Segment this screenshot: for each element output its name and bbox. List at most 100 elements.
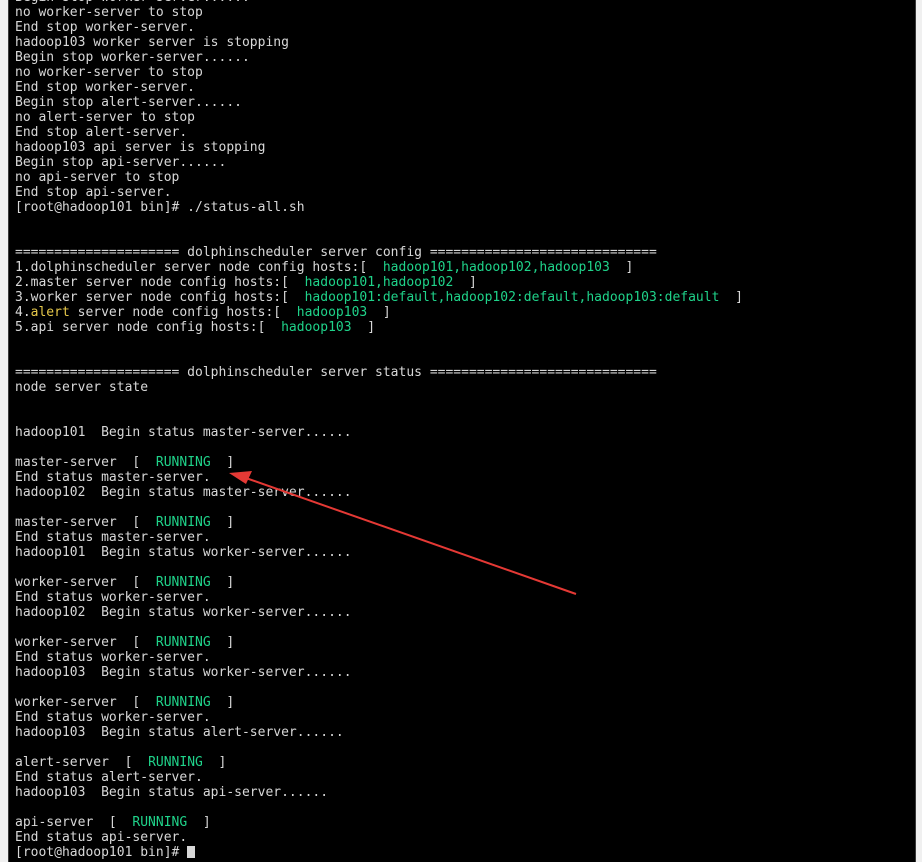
line-text: ] <box>210 695 235 710</box>
terminal-line: 4.alert server node config hosts:[ hadoo… <box>15 305 743 320</box>
line-text: ] <box>210 575 235 590</box>
line-text: master-server [ <box>15 455 156 470</box>
terminal-line: master-server [ RUNNING ] <box>15 455 743 470</box>
terminal-window[interactable]: Begin stop worker-server......no worker-… <box>8 0 916 862</box>
terminal-line: End status worker-server. <box>15 650 743 665</box>
highlighted-text: RUNNING <box>155 575 211 590</box>
line-text: server node config hosts:[ <box>69 305 297 320</box>
terminal-line: hadoop102 Begin status master-server....… <box>15 485 743 500</box>
line-text: ===================== dolphinscheduler s… <box>15 365 657 380</box>
terminal-line: 3.worker server node config hosts:[ hado… <box>15 290 743 305</box>
terminal-line: [root@hadoop101 bin]# <box>15 845 743 860</box>
line-text: ] <box>202 755 227 770</box>
terminal-line: 1.dolphinscheduler server node config ho… <box>15 260 743 275</box>
line-text: hadoop103 worker server is stopping <box>15 35 289 50</box>
highlighted-text: hadoop103 <box>296 305 368 320</box>
line-text: hadoop102 Begin status worker-server....… <box>15 605 352 620</box>
line-text: End stop api-server. <box>15 185 172 200</box>
keyword-text: alert <box>30 305 70 320</box>
terminal-line: no worker-server to stop <box>15 65 743 80</box>
line-text: 1.dolphinscheduler server node config ho… <box>15 260 383 275</box>
terminal-line: api-server [ RUNNING ] <box>15 815 743 830</box>
line-text: End status master-server. <box>15 470 211 485</box>
terminal-line: End stop alert-server. <box>15 125 743 140</box>
highlighted-text: hadoop101,hadoop102,hadoop103 <box>382 260 610 275</box>
terminal-line: [root@hadoop101 bin]# ./status-all.sh <box>15 200 743 215</box>
line-text: no worker-server to stop <box>15 65 203 80</box>
terminal-line: hadoop101 Begin status worker-server....… <box>15 545 743 560</box>
highlighted-text: RUNNING <box>155 515 211 530</box>
terminal-line: hadoop101 Begin status master-server....… <box>15 425 743 440</box>
line-text: ] <box>453 275 477 290</box>
line-text: End status worker-server. <box>15 710 211 725</box>
line-text: [root@hadoop101 bin]# ./status-all.sh <box>15 200 305 215</box>
line-text: End stop worker-server. <box>15 80 196 95</box>
line-text: hadoop101 Begin status worker-server....… <box>15 545 352 560</box>
line-text: hadoop103 Begin status alert-server.....… <box>15 725 344 740</box>
line-text: worker-server [ <box>15 635 156 650</box>
line-text: no worker-server to stop <box>15 5 203 20</box>
terminal-line: End status api-server. <box>15 830 743 845</box>
terminal-line: alert-server [ RUNNING ] <box>15 755 743 770</box>
terminal-line: ===================== dolphinscheduler s… <box>15 365 743 380</box>
highlighted-text: RUNNING <box>155 455 211 470</box>
line-text: ] <box>187 815 211 830</box>
line-text: hadoop101 Begin status master-server....… <box>15 425 352 440</box>
terminal-line: hadoop103 Begin status alert-server.....… <box>15 725 743 740</box>
terminal-line: worker-server [ RUNNING ] <box>15 635 743 650</box>
line-text: hadoop103 Begin status worker-server....… <box>15 665 352 680</box>
terminal-line: 5.api server node config hosts:[ hadoop1… <box>15 320 743 335</box>
line-text: worker-server [ <box>15 575 156 590</box>
line-text: End status api-server. <box>15 830 188 845</box>
terminal-line: master-server [ RUNNING ] <box>15 515 743 530</box>
highlighted-text: RUNNING <box>155 695 211 710</box>
line-text: node server state <box>15 380 149 395</box>
line-text: 5.api server node config hosts:[ <box>15 320 282 335</box>
terminal-line: End status alert-server. <box>15 770 743 785</box>
terminal-line: hadoop103 api server is stopping <box>15 140 743 155</box>
terminal-cursor <box>187 846 196 858</box>
terminal-line: Begin stop api-server...... <box>15 155 743 170</box>
line-text: 3.worker server node config hosts:[ <box>15 290 305 305</box>
line-text: End stop alert-server. <box>15 125 188 140</box>
terminal-line: hadoop102 Begin status worker-server....… <box>15 605 743 620</box>
line-text: Begin stop api-server...... <box>15 155 227 170</box>
terminal-output: Begin stop worker-server......no worker-… <box>15 0 743 860</box>
line-text: ] <box>609 260 634 275</box>
terminal-line: Begin stop worker-server...... <box>15 50 743 65</box>
terminal-line: hadoop103 Begin status api-server...... <box>15 785 743 800</box>
terminal-line: worker-server [ RUNNING ] <box>15 695 743 710</box>
highlighted-text: hadoop101:default,hadoop102:default,hado… <box>304 290 720 305</box>
terminal-line: hadoop103 Begin status worker-server....… <box>15 665 743 680</box>
line-text: master-server [ <box>15 515 156 530</box>
terminal-line: no worker-server to stop <box>15 5 743 20</box>
line-text: End stop worker-server. <box>15 20 196 35</box>
terminal-line: 2.master server node config hosts:[ hado… <box>15 275 743 290</box>
line-text: ] <box>719 290 743 305</box>
line-text: no api-server to stop <box>15 170 180 185</box>
line-text: 2.master server node config hosts:[ <box>15 275 305 290</box>
line-text: Begin stop worker-server...... <box>15 50 250 65</box>
highlighted-text: RUNNING <box>132 815 188 830</box>
terminal-line: End status worker-server. <box>15 710 743 725</box>
line-text: [root@hadoop101 bin]# <box>15 845 188 860</box>
line-text: End status worker-server. <box>15 650 211 665</box>
line-text: hadoop103 Begin status api-server...... <box>15 785 329 800</box>
line-text: alert-server [ <box>15 755 149 770</box>
terminal-line: End status master-server. <box>15 470 743 485</box>
line-text: api-server [ <box>15 815 133 830</box>
line-text: ===================== dolphinscheduler s… <box>15 245 657 260</box>
highlighted-text: hadoop103 <box>281 320 352 335</box>
line-text: Begin stop alert-server...... <box>15 95 242 110</box>
line-text: End status worker-server. <box>15 590 211 605</box>
terminal-line: End status master-server. <box>15 530 743 545</box>
line-text: ] <box>210 455 235 470</box>
terminal-line: End status worker-server. <box>15 590 743 605</box>
